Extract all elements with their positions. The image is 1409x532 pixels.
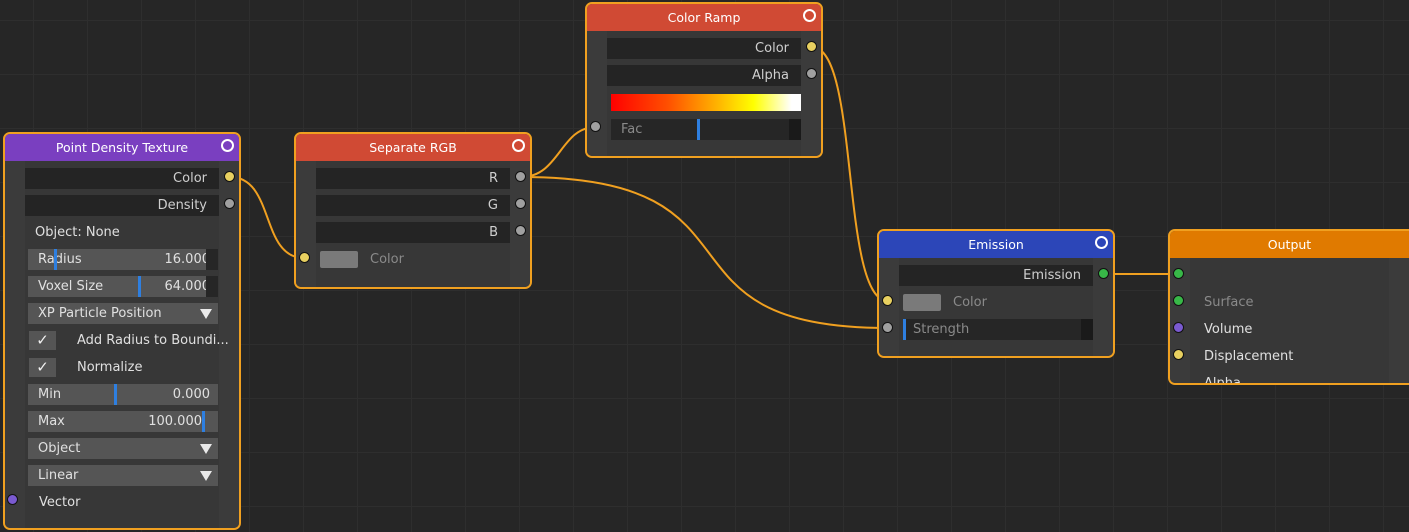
output-color: Color [607,38,801,59]
voxel-size-label: Voxel Size [38,279,104,294]
volume-input-label: Volume [1204,322,1253,337]
alpha-input-label: Alpha [1204,376,1241,385]
node-collapse-icon[interactable] [1095,236,1108,249]
displacement-input-label: Displacement [1204,349,1294,364]
interpolation-dropdown-value: Linear [38,468,79,483]
output-emission: Emission [899,265,1093,286]
node-header[interactable]: Emission [879,231,1113,258]
wire-r-to-strength [520,176,889,329]
socket-emission-output[interactable] [1098,268,1109,279]
voxel-size-value: 64.000 [164,279,211,294]
object-label[interactable]: Object: None [25,222,219,243]
node-collapse-icon[interactable] [803,9,816,22]
source-dropdown-value: XP Particle Position [38,306,162,321]
strength-field[interactable]: Strength [903,319,1093,340]
interpolation-dropdown[interactable]: Linear [28,465,218,486]
output-b: B [316,222,510,243]
socket-strength-input[interactable] [882,322,893,333]
emission-node[interactable]: Emission Emission Color Strength [877,229,1115,358]
max-value: 100.000 [148,414,202,429]
vector-input-label: Vector [39,495,81,510]
node-header[interactable]: Output [1170,231,1409,258]
color-input-label: Color [953,295,987,310]
separate-rgb-node[interactable]: Separate RGB R G B Color [294,132,532,289]
output-node[interactable]: Output Surface Volume Displacement Alpha [1168,229,1409,385]
node-title: Output [1267,237,1312,252]
socket-fac-input[interactable] [590,121,601,132]
add-radius-checkbox[interactable]: ✓ [29,331,56,350]
socket-color-output[interactable] [806,41,817,52]
socket-g-output[interactable] [515,198,526,209]
fac-label: Fac [621,122,643,137]
max-label: Max [38,414,65,429]
wire-color-to-separate [229,176,305,259]
socket-r-output[interactable] [515,171,526,182]
color-input-label: Color [370,252,404,267]
socket-density-output[interactable] [224,198,235,209]
socket-color-input[interactable] [299,252,310,263]
add-radius-label: Add Radius to Boundi... [77,333,229,348]
output-density: Density [25,195,219,216]
radius-label: Radius [38,252,82,267]
socket-alpha-output[interactable] [806,68,817,79]
node-header[interactable]: Separate RGB [296,134,530,161]
node-header[interactable]: Point Density Texture [5,134,239,161]
socket-surface-input[interactable] [1173,268,1184,279]
space-dropdown-value: Object [38,441,81,456]
output-color: Color [25,168,219,189]
socket-color-output[interactable] [224,171,235,182]
min-label: Min [38,387,62,402]
output-r: R [316,168,510,189]
socket-displacement-input[interactable] [1173,322,1184,333]
output-g: G [316,195,510,216]
output-alpha: Alpha [607,65,801,86]
min-field[interactable]: Min 0.000 [28,384,218,405]
color-swatch[interactable] [320,251,358,268]
radius-field[interactable]: Radius 16.000 [28,249,218,270]
fac-field[interactable]: Fac [611,119,801,140]
normalize-checkbox[interactable]: ✓ [29,358,56,377]
radius-value: 16.000 [164,252,211,267]
node-header[interactable]: Color Ramp [587,4,821,31]
point-density-texture-node[interactable]: Point Density Texture Color Density Obje… [3,132,241,530]
node-collapse-icon[interactable] [512,139,525,152]
normalize-label: Normalize [77,360,143,375]
node-title: Emission [968,237,1024,252]
chevron-down-icon [200,471,212,481]
socket-alpha-input[interactable] [1173,349,1184,360]
socket-b-output[interactable] [515,225,526,236]
min-value: 0.000 [172,387,210,402]
space-dropdown[interactable]: Object [28,438,218,459]
color-ramp-node[interactable]: Color Ramp Color Alpha Fac [585,2,823,158]
node-title: Separate RGB [369,140,457,155]
max-field[interactable]: Max 100.000 [28,411,218,432]
source-dropdown[interactable]: XP Particle Position [28,303,218,324]
node-title: Color Ramp [667,10,741,25]
node-title: Point Density Texture [55,140,189,155]
color-ramp-gradient[interactable] [611,94,801,111]
socket-volume-input[interactable] [1173,295,1184,306]
chevron-down-icon [200,309,212,319]
socket-color-input[interactable] [882,295,893,306]
chevron-down-icon [200,444,212,454]
strength-label: Strength [913,322,970,337]
node-collapse-icon[interactable] [221,139,234,152]
socket-vector-input[interactable] [7,494,18,505]
color-swatch[interactable] [903,294,941,311]
voxel-size-field[interactable]: Voxel Size 64.000 [28,276,218,297]
surface-input-label: Surface [1204,295,1254,310]
